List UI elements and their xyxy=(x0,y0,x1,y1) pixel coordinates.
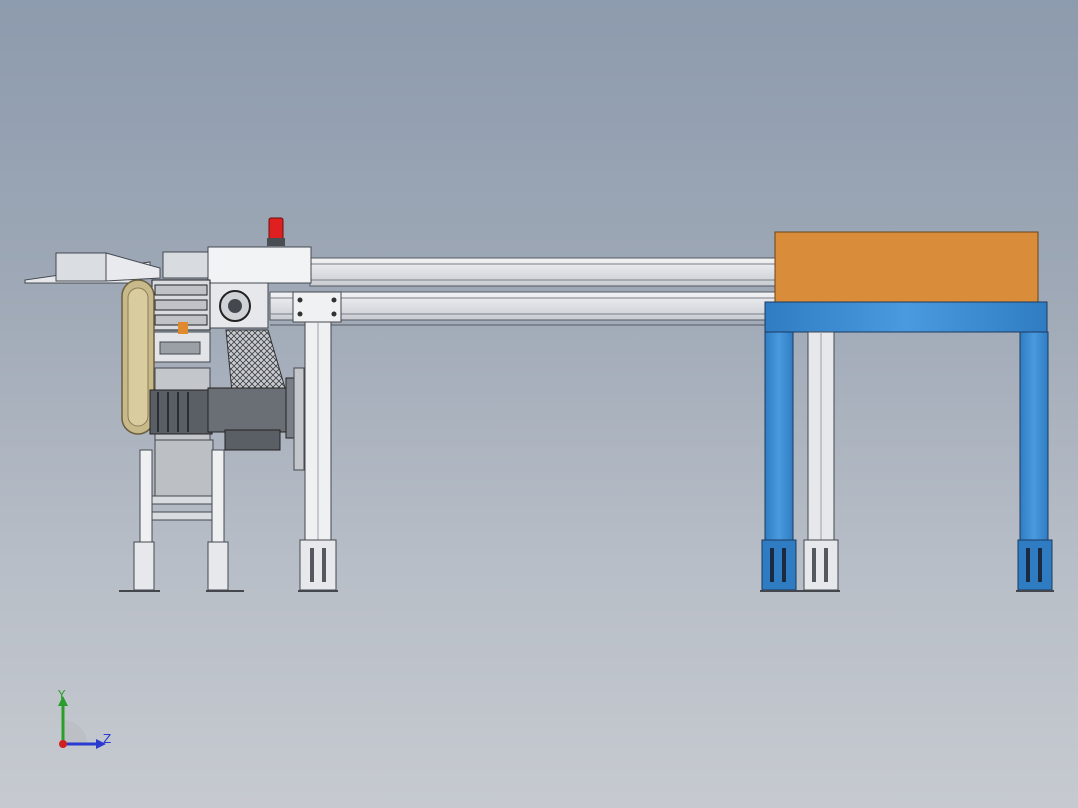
linear-rail-beam xyxy=(269,257,781,326)
roller-stack xyxy=(149,279,211,363)
orange-box xyxy=(774,231,1039,303)
cad-viewport[interactable]: Y Z xyxy=(0,0,1078,808)
triad-y-label: Y xyxy=(58,688,66,702)
belt-pulley xyxy=(121,279,155,435)
blue-table xyxy=(760,301,1054,592)
triad-z-label: Z xyxy=(103,732,112,746)
left-base-frame xyxy=(119,439,244,592)
mesh-guard xyxy=(225,329,286,393)
warning-light xyxy=(267,217,285,246)
machine-assembly-model[interactable] xyxy=(0,0,1078,808)
infeed-chute xyxy=(24,251,209,284)
column-foot xyxy=(298,539,338,592)
